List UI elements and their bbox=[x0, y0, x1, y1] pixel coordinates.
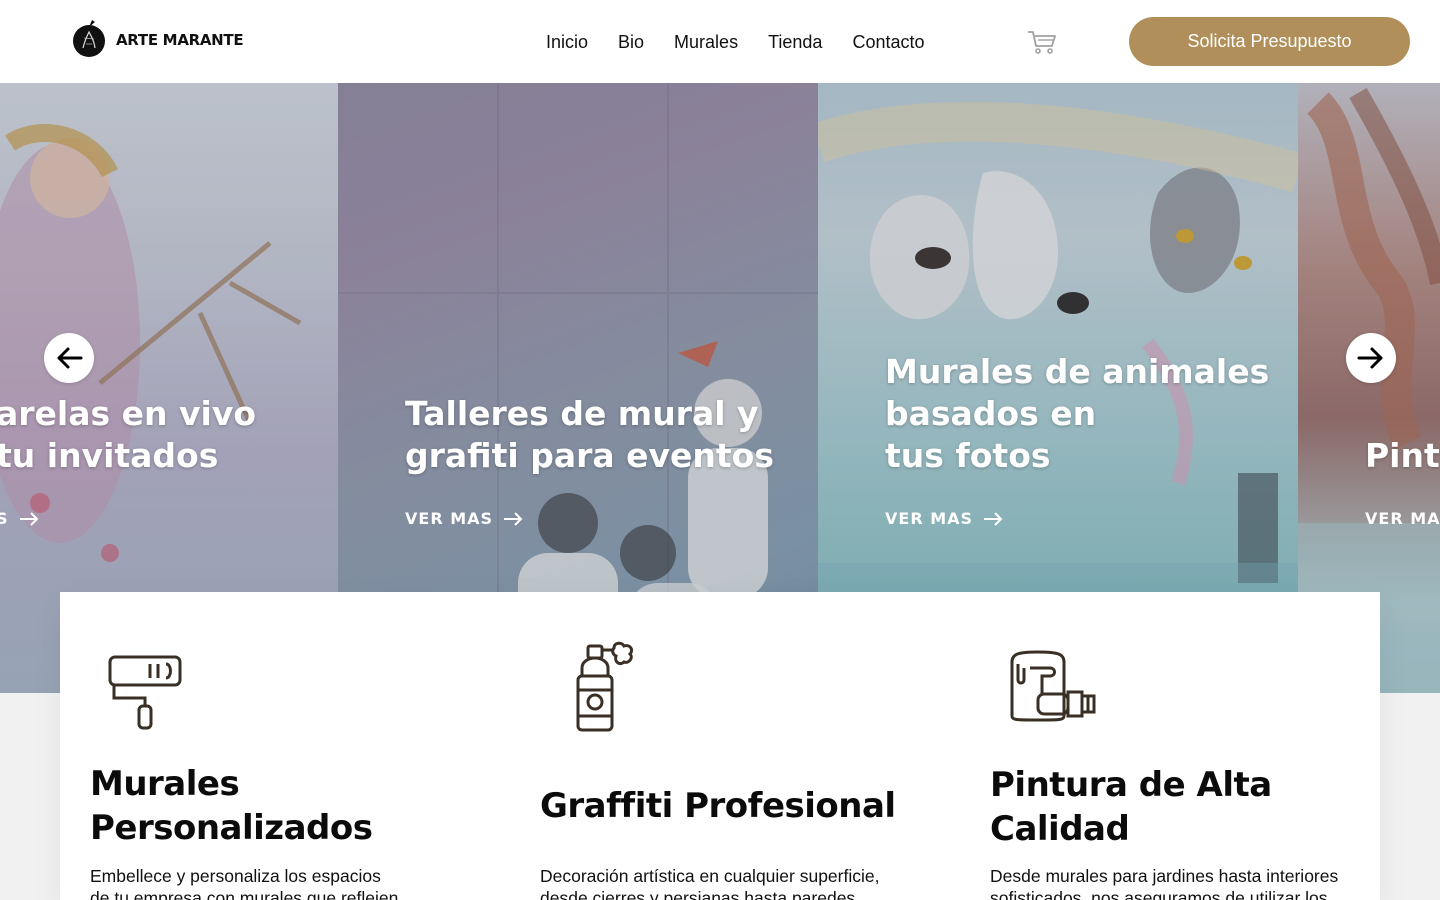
services-section: Murales Personalizados Embellece y perso… bbox=[60, 592, 1380, 900]
main-nav: Inicio Bio Murales Tienda Contacto bbox=[546, 31, 925, 53]
spray-can-icon bbox=[576, 641, 634, 732]
brand-name: ARTE MARANTE bbox=[116, 31, 244, 49]
slider-next-button[interactable] bbox=[1346, 333, 1396, 383]
arrow-right-icon bbox=[1357, 347, 1383, 369]
nav-inicio[interactable]: Inicio bbox=[546, 31, 588, 53]
service-custom-murals: Murales Personalizados Embellece y perso… bbox=[60, 592, 500, 900]
service-title: Graffiti Profesional bbox=[540, 786, 896, 826]
slider-prev-button[interactable] bbox=[44, 333, 94, 383]
service-description: Desde murales para jardines hasta interi… bbox=[990, 866, 1339, 900]
brand-logo[interactable]: ARTE MARANTE bbox=[72, 18, 244, 58]
slide-title: Murales de animales basados en tus fotos bbox=[885, 352, 1270, 475]
cart-icon[interactable] bbox=[1026, 28, 1058, 56]
arrow-right-icon bbox=[19, 511, 38, 526]
arrow-left-icon bbox=[57, 347, 83, 369]
service-title: Pintura de Alta Calidad bbox=[990, 765, 1272, 849]
slide-see-more-link[interactable]: VER MA bbox=[1365, 509, 1440, 528]
nav-murales[interactable]: Murales bbox=[674, 31, 738, 53]
arrow-right-icon bbox=[504, 511, 523, 526]
service-description: Decoración artística en cualquier superf… bbox=[540, 866, 880, 900]
service-title: Murales Personalizados bbox=[90, 764, 373, 848]
slide-see-more-link[interactable]: S bbox=[0, 509, 39, 528]
slide-title: Pintu bbox=[1365, 436, 1440, 475]
logo-mark-icon bbox=[73, 20, 105, 57]
site-header: ARTE MARANTE Inicio Bio Murales Tienda C… bbox=[0, 0, 1440, 83]
nav-tienda[interactable]: Tienda bbox=[768, 31, 822, 53]
nav-contacto[interactable]: Contacto bbox=[852, 31, 924, 53]
slide-title: arelas en vivo tu invitados bbox=[0, 394, 257, 475]
slide-title: Talleres de mural y grafiti para eventos bbox=[405, 394, 774, 475]
service-description: Embellece y personaliza los espacios de … bbox=[90, 866, 399, 900]
request-quote-button[interactable]: Solicita Presupuesto bbox=[1129, 17, 1410, 66]
paint-roller-icon bbox=[108, 655, 182, 730]
arrow-right-icon bbox=[984, 511, 1003, 526]
slide-see-more-link[interactable]: VER MAS bbox=[405, 509, 523, 528]
service-quality-paint: Pintura de Alta Calidad Desde murales pa… bbox=[960, 592, 1400, 900]
paint-bucket-brush-icon bbox=[1010, 650, 1096, 722]
nav-bio[interactable]: Bio bbox=[618, 31, 644, 53]
slide-see-more-link[interactable]: VER MAS bbox=[885, 509, 1003, 528]
service-graffiti: Graffiti Profesional Decoración artístic… bbox=[510, 592, 950, 900]
